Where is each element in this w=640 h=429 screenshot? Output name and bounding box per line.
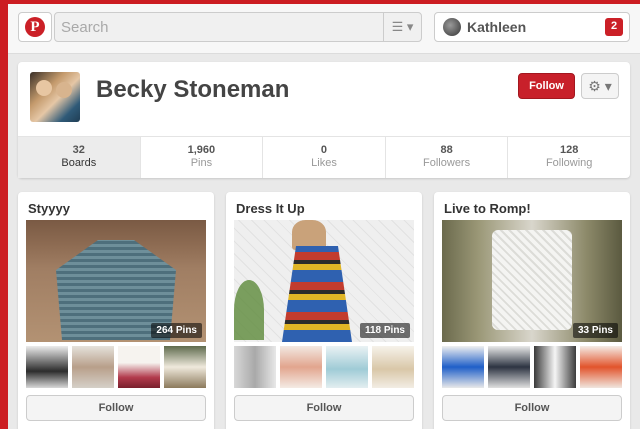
stat-likes-tab[interactable]: 0 Likes: [263, 137, 386, 178]
user-avatar: [443, 18, 461, 36]
pin-count: 264 Pins: [151, 323, 202, 338]
stat-label: Following: [545, 157, 593, 169]
board-cover-image[interactable]: 33 Pins: [442, 220, 622, 342]
board-card: Styyyy 264 Pins Follow: [18, 192, 214, 429]
stat-following-tab[interactable]: 128 Following: [508, 137, 630, 178]
stat-boards-tab[interactable]: 32 Boards: [18, 137, 141, 178]
user-name: Kathleen: [467, 19, 527, 35]
board-title[interactable]: Styyyy: [28, 201, 70, 216]
stat-followers-tab[interactable]: 88 Followers: [386, 137, 509, 178]
profile-card: Becky Stoneman Follow ⚙ ▾ 32 Boards 1,96…: [18, 62, 630, 178]
board-thumbnail[interactable]: [534, 346, 576, 388]
pin-count: 118 Pins: [359, 323, 410, 338]
hamburger-menu-icon: ☰ ▾: [391, 19, 414, 34]
user-menu-button[interactable]: Kathleen 2: [434, 12, 630, 42]
stat-pins-tab[interactable]: 1,960 Pins: [141, 137, 264, 178]
board-card: Dress It Up 118 Pins Follow: [226, 192, 422, 429]
gear-icon: ⚙ ▾: [588, 77, 612, 94]
stat-number: 88: [440, 144, 453, 156]
board-card: Live to Romp! 33 Pins Follow: [434, 192, 630, 429]
stat-label: Followers: [423, 157, 471, 169]
settings-button[interactable]: ⚙ ▾: [581, 73, 619, 99]
profile-avatar: [30, 72, 80, 122]
search-box: ☰ ▾: [54, 12, 422, 42]
board-thumbnail[interactable]: [72, 346, 114, 388]
board-thumbnails: [26, 346, 206, 388]
board-cover-image[interactable]: 264 Pins: [26, 220, 206, 342]
board-thumbnail[interactable]: [488, 346, 530, 388]
pinterest-logo-icon: P: [25, 17, 45, 37]
stat-label: Likes: [311, 157, 337, 169]
board-thumbnail[interactable]: [26, 346, 68, 388]
board-title[interactable]: Dress It Up: [236, 201, 305, 216]
board-title[interactable]: Live to Romp!: [444, 201, 531, 216]
stat-number: 1,960: [187, 144, 216, 156]
follow-user-button[interactable]: Follow: [518, 73, 575, 99]
notification-badge[interactable]: 2: [605, 18, 623, 36]
board-follow-button[interactable]: Follow: [234, 395, 414, 421]
stat-number: 32: [72, 144, 85, 156]
search-input[interactable]: [61, 17, 381, 37]
pin-count: 33 Pins: [572, 323, 618, 338]
board-thumbnail[interactable]: [234, 346, 276, 388]
board-thumbnail[interactable]: [280, 346, 322, 388]
board-thumbnails: [442, 346, 622, 388]
pinterest-logo-button[interactable]: P: [18, 12, 52, 42]
board-thumbnail[interactable]: [164, 346, 206, 388]
board-thumbnails: [234, 346, 414, 388]
board-thumbnail[interactable]: [372, 346, 414, 388]
board-thumbnail[interactable]: [580, 346, 622, 388]
stat-number: 0: [320, 144, 328, 156]
board-thumbnail[interactable]: [118, 346, 160, 388]
profile-stats: 32 Boards 1,960 Pins 0 Likes 88 Follower…: [18, 136, 630, 178]
board-follow-button[interactable]: Follow: [26, 395, 206, 421]
header-bar: P ☰ ▾ Kathleen 2: [8, 4, 640, 54]
stat-label: Boards: [61, 157, 97, 169]
board-thumbnail[interactable]: [442, 346, 484, 388]
left-red-border: [0, 0, 8, 429]
board-cover-image[interactable]: 118 Pins: [234, 220, 414, 342]
stat-number: 128: [559, 144, 579, 156]
profile-name: Becky Stoneman: [96, 76, 290, 103]
board-follow-button[interactable]: Follow: [442, 395, 622, 421]
stat-label: Pins: [190, 157, 213, 169]
search-menu-button[interactable]: ☰ ▾: [383, 13, 421, 41]
board-thumbnail[interactable]: [326, 346, 368, 388]
